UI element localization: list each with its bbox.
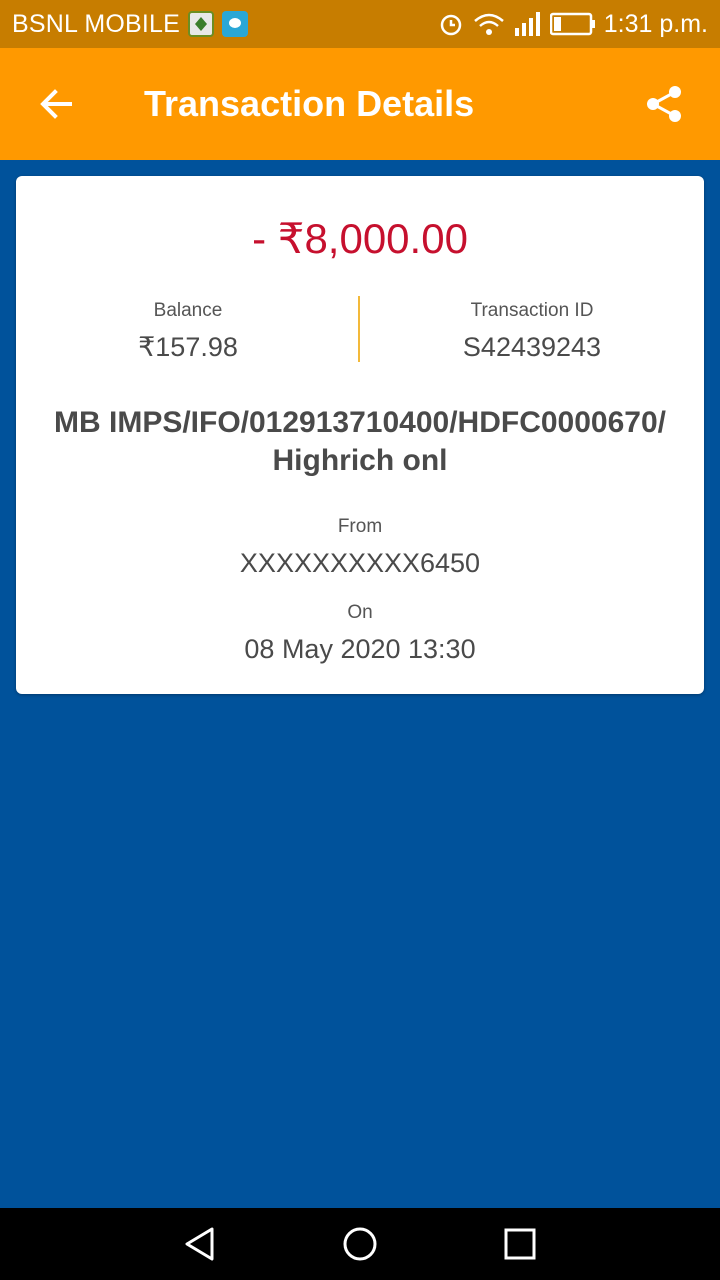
- transaction-id-label: Transaction ID: [470, 300, 594, 321]
- back-button[interactable]: [0, 48, 112, 160]
- on-label: On: [347, 602, 373, 623]
- transaction-amount: - ₹8,000.00: [252, 215, 468, 262]
- system-nav-bar: [0, 1208, 720, 1280]
- battery-icon: [549, 12, 595, 36]
- transaction-description: MB IMPS/IFO/012913710400/HDFC0000670/ Hi…: [54, 406, 666, 477]
- wifi-icon: [473, 13, 504, 35]
- status-indicators: 1:31 p.m.: [438, 10, 708, 39]
- balance-value: ₹157.98: [138, 332, 238, 362]
- message-notification-icon: [222, 11, 248, 37]
- nav-recents-button[interactable]: [498, 1222, 542, 1266]
- back-triangle-icon: [185, 1227, 214, 1261]
- home-circle-icon: [343, 1227, 377, 1261]
- balance-label: Balance: [153, 300, 223, 321]
- transaction-id-value: S42439243: [462, 332, 602, 362]
- app-notification-icon: [188, 11, 214, 37]
- app-bar: Transaction Details: [0, 48, 720, 160]
- share-button[interactable]: [608, 48, 720, 160]
- nav-home-button[interactable]: [338, 1222, 382, 1266]
- arrow-left-icon: [40, 89, 72, 119]
- status-bar: BSNL MOBILE 1:31 p.m.: [0, 0, 720, 48]
- from-section: From XXXXXXXXXX6450: [16, 516, 704, 579]
- transaction-date: 08 May 2020 13:30: [244, 634, 476, 664]
- page-title: Transaction Details: [144, 83, 475, 124]
- section-divider: [358, 296, 360, 362]
- from-label: From: [337, 516, 383, 537]
- carrier-name: BSNL MOBILE: [12, 9, 180, 38]
- share-icon: [647, 86, 681, 122]
- transaction-card: - ₹8,000.00 Balance ₹157.98 Transaction …: [16, 176, 704, 694]
- signal-icon: [514, 12, 540, 36]
- date-section: On 08 May 2020 13:30: [16, 602, 704, 665]
- balance-section: Balance ₹157.98: [38, 300, 338, 363]
- transaction-id-section: Transaction ID S42439243: [382, 300, 682, 363]
- nav-back-button[interactable]: [178, 1222, 222, 1266]
- status-time: 1:31 p.m.: [603, 9, 708, 38]
- from-account: XXXXXXXXXX6450: [239, 548, 481, 578]
- alarm-icon: [440, 14, 462, 36]
- recents-square-icon: [504, 1228, 536, 1260]
